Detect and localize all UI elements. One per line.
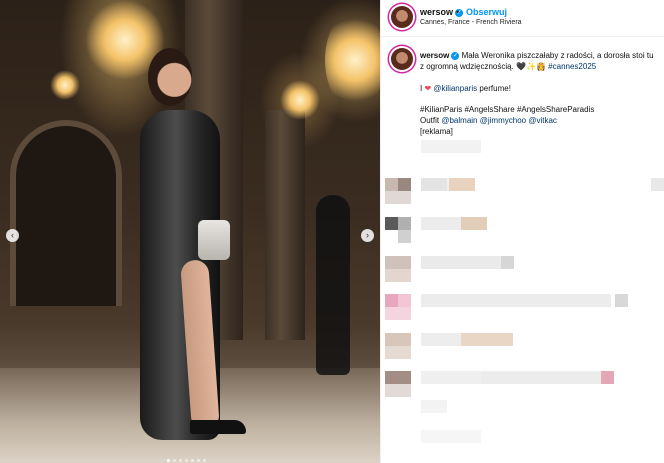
chandelier <box>325 10 380 110</box>
carousel-dot <box>197 459 200 462</box>
caption-hashtags[interactable]: #KilianParis #AngelsShare #AngelsSharePa… <box>420 104 594 115</box>
perfume-text: perfume! <box>479 84 511 93</box>
post-photo[interactable]: ‹ › <box>0 0 380 463</box>
separator: • <box>456 7 460 17</box>
mention-balmain[interactable]: @balmain <box>441 116 477 125</box>
carousel-dot <box>203 459 206 462</box>
caption-text: wersow ✓ Mała Weronika piszczałaby z rado… <box>420 50 658 72</box>
follow-button[interactable]: Obserwuj <box>466 7 507 17</box>
post-side-panel: wersow ✓ • Obserwuj Cannes, France - Fren… <box>380 0 664 463</box>
heart-icon: ❤ <box>424 84 432 93</box>
carousel-dot <box>173 459 176 462</box>
chandelier <box>280 80 320 120</box>
background-person <box>316 195 350 375</box>
hashtag-cannes2025[interactable]: #cannes2025 <box>548 62 596 71</box>
caption-username[interactable]: wersow <box>420 51 449 60</box>
background-pillar <box>265 110 305 340</box>
chevron-left-icon: ‹ <box>11 230 14 240</box>
carousel-dot <box>185 459 188 462</box>
mention-jimmychoo[interactable]: @jimmychoo <box>480 116 526 125</box>
caption-outfit-line: Outfit @balmain @jimmychoo @vitkac <box>420 115 557 126</box>
previous-slide-button[interactable]: ‹ <box>6 229 19 242</box>
handbag <box>198 220 230 260</box>
background-arch <box>10 120 122 306</box>
caption-avatar[interactable] <box>391 48 413 70</box>
carousel-dot <box>179 459 182 462</box>
verified-badge-icon: ✓ <box>451 51 460 60</box>
love-prefix: I <box>420 84 423 93</box>
username-text[interactable]: wersow <box>420 7 453 17</box>
mention-vitkac[interactable]: @vitkac <box>528 116 557 125</box>
blurred-comments <box>381 140 664 463</box>
outfit-label: Outfit <box>420 116 440 125</box>
chandelier <box>50 70 80 100</box>
carousel-dot <box>167 459 170 462</box>
caption-perfume-line: I ❤ @kilianparis perfume! <box>420 83 511 94</box>
avatar[interactable] <box>391 6 413 28</box>
chevron-right-icon: › <box>366 230 369 240</box>
carousel-dot <box>191 459 194 462</box>
next-slide-button[interactable]: › <box>361 229 374 242</box>
mention-kilianparis[interactable]: @kilianparis <box>433 84 477 93</box>
shoe <box>190 420 246 434</box>
caption-ad-label: [reklama] <box>420 127 453 136</box>
carousel-indicator <box>167 459 206 462</box>
location-link[interactable]: Cannes, France - French Riviera <box>420 19 522 26</box>
post-header: wersow ✓ • Obserwuj Cannes, France - Fren… <box>381 0 664 37</box>
woman-head <box>148 48 192 106</box>
